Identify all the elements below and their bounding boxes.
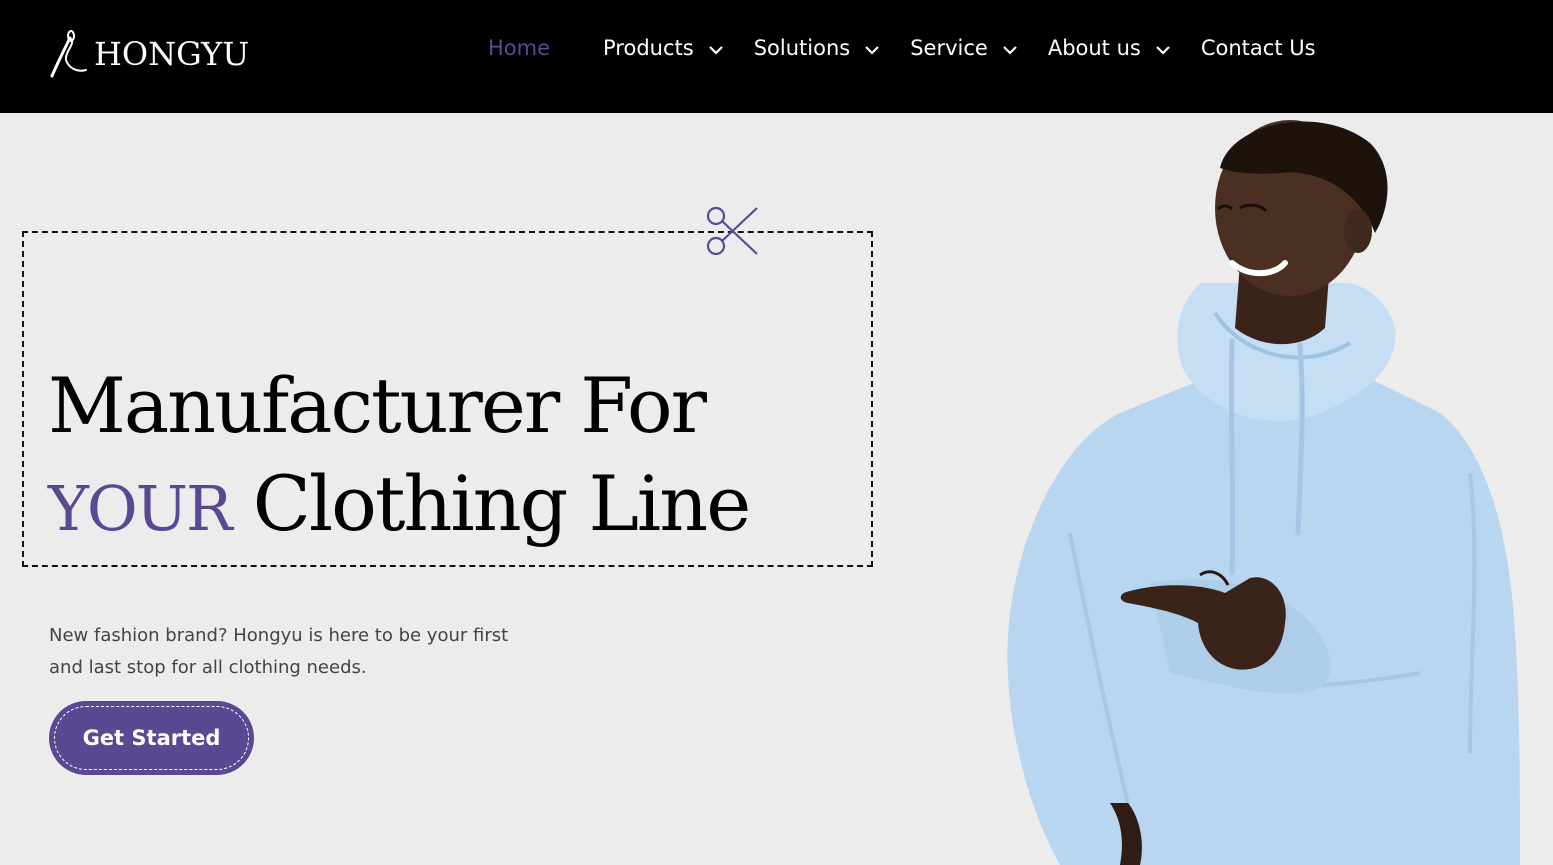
headline-accent: YOUR [48, 472, 233, 545]
nav-item-label: About us [1047, 36, 1141, 60]
nav-item-about-us[interactable]: About us [1048, 36, 1171, 60]
get-started-label: Get Started [54, 706, 249, 770]
main-nav: Home Products Solutions Service About us… [488, 36, 1316, 60]
nav-item-label: Products [603, 36, 694, 60]
hero-description: New fashion brand? Hongyu is here to be … [49, 625, 509, 678]
hero-headline: Manufacturer For YOUR Clothing Line [48, 356, 751, 567]
nav-item-service[interactable]: Service [910, 36, 1018, 60]
top-navigation-bar: HONGYU Home Products Solutions Service A… [0, 0, 1553, 113]
nav-item-label: Contact Us [1200, 36, 1316, 60]
chevron-down-icon [708, 45, 723, 55]
chevron-down-icon [1156, 45, 1170, 55]
nav-item-products[interactable]: Products [603, 36, 724, 60]
scissors-icon [706, 206, 758, 256]
nav-item-solutions[interactable]: Solutions [754, 36, 881, 60]
headline-line-1: Manufacturer For [48, 361, 707, 450]
hero-image [1007, 120, 1520, 865]
headline-line-2-text: Clothing Line [252, 459, 751, 548]
chevron-down-icon [1003, 45, 1017, 55]
nav-item-label: Home [488, 36, 551, 60]
brand-logo[interactable]: HONGYU [48, 30, 249, 78]
needle-thread-icon [50, 30, 87, 78]
nav-item-label: Solutions [753, 36, 851, 60]
nav-item-contact-us[interactable]: Contact Us [1201, 36, 1316, 60]
get-started-button[interactable]: Get Started [49, 701, 254, 775]
chevron-down-icon [865, 45, 879, 55]
brand-name: HONGYU [94, 35, 250, 73]
nav-item-home[interactable]: Home [488, 36, 550, 60]
nav-item-label: Service [910, 36, 988, 60]
headline-line-2: YOUR Clothing Line [48, 456, 751, 567]
